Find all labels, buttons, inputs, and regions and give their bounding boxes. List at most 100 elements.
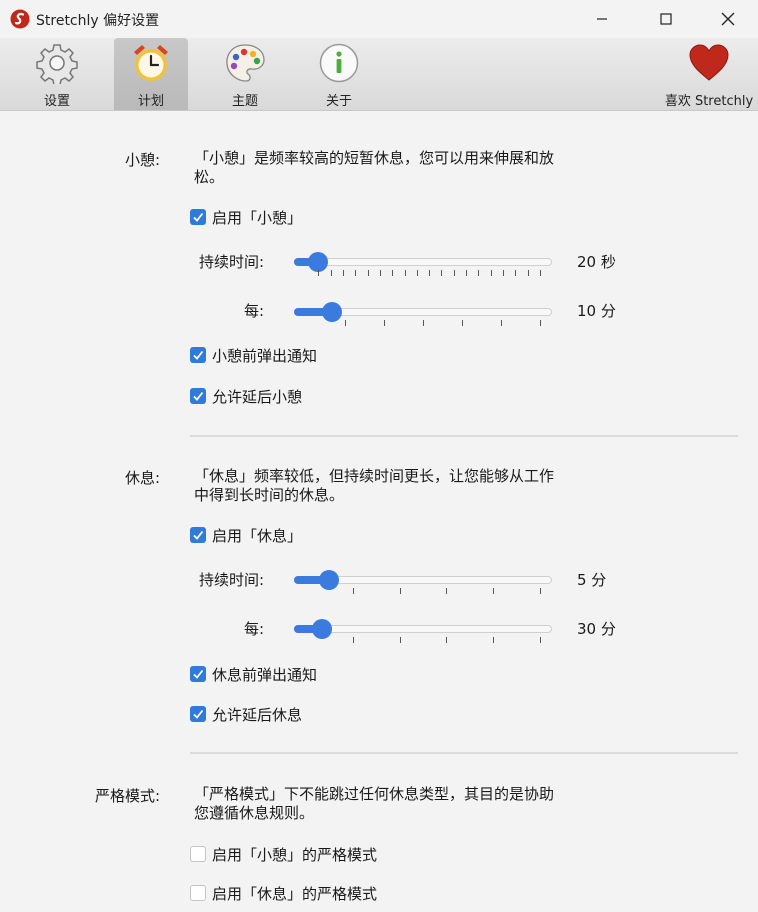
checkbox-checked-icon [190, 347, 206, 363]
slider-tick [352, 588, 354, 594]
microbreak-duration-ticks [294, 270, 552, 276]
slider-handle[interactable] [312, 619, 333, 639]
slider-tick [490, 270, 492, 276]
slider-tick [429, 270, 431, 276]
window-title: Stretchly 偏好设置 [36, 13, 160, 29]
slider-tick [404, 270, 406, 276]
slider-tick [493, 588, 495, 594]
slider-handle[interactable] [321, 302, 342, 322]
microbreak-strict-checkbox[interactable]: 启用「小憩」的严格模式 [190, 844, 377, 864]
tab-settings[interactable]: 设置 [20, 38, 94, 110]
slider-tick [453, 270, 455, 276]
tab-love-label: 喜欢 Stretchly [664, 94, 754, 109]
break-strict-checkbox[interactable]: 启用「休息」的严格模式 [190, 883, 377, 903]
break-notify-checkbox[interactable]: 休息前弹出通知 [190, 664, 317, 684]
info-icon [319, 43, 359, 83]
microbreak-interval-ticks [294, 320, 552, 326]
slider-tick [493, 637, 495, 643]
break-description: 「休息」频率较低，但持续时间更长，让您能够从工作中得到长时间的休息。 [194, 467, 555, 504]
slider-tick [539, 637, 541, 643]
checkbox-unchecked-icon [190, 846, 206, 862]
tab-love-stretchly[interactable]: 喜欢 Stretchly [660, 38, 758, 110]
checkbox-checked-icon [190, 666, 206, 682]
slider-tick [352, 637, 354, 643]
slider-tick [515, 270, 517, 276]
slider-handle[interactable] [319, 570, 340, 590]
break-enable-label: 启用「休息」 [212, 526, 303, 545]
slider-handle[interactable] [307, 252, 328, 272]
break-duration-value: 5 分 [577, 571, 607, 589]
break-duration-ticks [294, 588, 552, 594]
microbreak-postpone-checkbox[interactable]: 允许延后小憩 [190, 386, 302, 406]
microbreak-postpone-label: 允许延后小憩 [212, 387, 303, 406]
slider-tick [539, 320, 541, 326]
close-icon [721, 12, 735, 26]
slider-tick [500, 320, 502, 326]
slider-tick [379, 270, 381, 276]
break-enable-checkbox[interactable]: 启用「休息」 [190, 525, 302, 545]
slider-tick [503, 270, 505, 276]
slider-tick [367, 270, 369, 276]
slider-tick [344, 320, 346, 326]
tab-theme-label: 主题 [231, 94, 258, 109]
break-duration-label: 持续时间: [198, 571, 264, 589]
slider-tick [318, 270, 320, 276]
alarm-clock-icon [134, 45, 168, 81]
tab-schedule-label: 计划 [137, 94, 164, 109]
microbreak-notify-checkbox[interactable]: 小憩前弹出通知 [190, 345, 317, 365]
break-strict-label: 启用「休息」的严格模式 [212, 884, 378, 903]
microbreak-section-label: 小憩: [124, 151, 160, 169]
slider-tick [342, 270, 344, 276]
divider [190, 752, 738, 754]
slider-tick [399, 637, 401, 643]
close-button[interactable] [704, 0, 752, 38]
microbreak-description: 「小憩」是频率较高的短暂休息，您可以用来伸展和放松。 [194, 149, 555, 186]
slider-tick [422, 320, 424, 326]
slider-tick [466, 270, 468, 276]
slider-tick [416, 270, 418, 276]
break-postpone-label: 允许延后休息 [212, 705, 303, 724]
microbreak-enable-label: 启用「小憩」 [212, 208, 303, 227]
slider-tick [461, 320, 463, 326]
title-bar: Stretchly 偏好设置 [0, 0, 758, 38]
slider-tick [539, 270, 541, 276]
divider [190, 435, 738, 437]
strict-section-label: 严格模式: [94, 787, 160, 805]
heart-icon [689, 44, 729, 81]
strict-description: 「严格模式」下不能跳过任何休息类型，其目的是协助您遵循休息规则。 [194, 785, 555, 822]
tab-about[interactable]: 关于 [302, 38, 376, 110]
microbreak-strict-label: 启用「小憩」的严格模式 [212, 845, 378, 864]
microbreak-interval-label: 每: [243, 302, 264, 320]
slider-tick [392, 270, 394, 276]
tab-about-label: 关于 [325, 94, 352, 109]
checkbox-unchecked-icon [190, 885, 206, 901]
slider-tick [478, 270, 480, 276]
break-notify-label: 休息前弹出通知 [212, 665, 318, 684]
tab-schedule[interactable]: 计划 [114, 38, 188, 110]
tab-settings-label: 设置 [43, 94, 70, 109]
slider-tick [527, 270, 529, 276]
slider-tick [446, 588, 448, 594]
checkbox-checked-icon [190, 388, 206, 404]
palette-icon [226, 44, 265, 82]
maximize-icon [660, 13, 672, 25]
microbreak-enable-checkbox[interactable]: 启用「小憩」 [190, 207, 302, 227]
microbreak-notify-label: 小憩前弹出通知 [212, 346, 318, 365]
slider-tick [355, 270, 357, 276]
microbreak-duration-value: 20 秒 [577, 253, 616, 271]
break-interval-label: 每: [243, 620, 264, 638]
break-section-label: 休息: [124, 469, 160, 487]
microbreak-duration-label: 持续时间: [198, 253, 264, 271]
minimize-button[interactable] [578, 0, 626, 38]
slider-tick [539, 588, 541, 594]
slider-tick [330, 270, 332, 276]
slider-tick [399, 588, 401, 594]
break-postpone-checkbox[interactable]: 允许延后休息 [190, 704, 302, 724]
gear-icon [36, 44, 78, 84]
tab-theme[interactable]: 主题 [208, 38, 282, 110]
stretchly-logo-icon [10, 9, 30, 29]
toolbar: 设置 计划 主题 关于 喜欢 Stretchly [0, 38, 758, 111]
break-interval-ticks [294, 637, 552, 643]
maximize-button[interactable] [642, 0, 690, 38]
checkbox-checked-icon [190, 209, 206, 225]
